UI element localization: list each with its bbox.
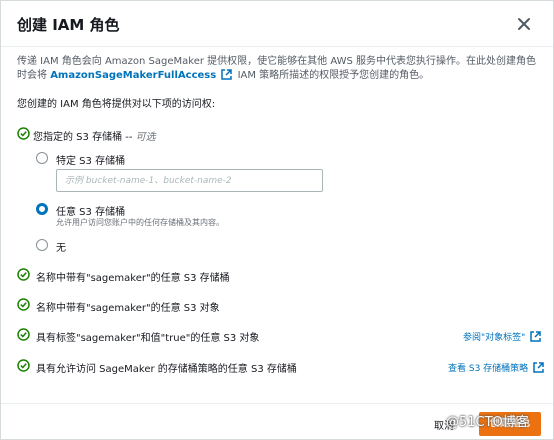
radio-label-specific-bucket: 特定 S3 存储桶 bbox=[56, 156, 126, 167]
policy-link[interactable]: AmazonSageMakerFullAccess bbox=[50, 70, 216, 81]
radio-specific-bucket[interactable] bbox=[36, 152, 48, 164]
dialog-description: 传递 IAM 角色会向 Amazon SageMaker 提供权限，使它能够在其… bbox=[17, 55, 537, 83]
check-circle-icon bbox=[17, 328, 30, 341]
radio-label-any-bucket: 任意 S3 存储桶 bbox=[56, 207, 126, 218]
dialog-header: 创建 IAM 角色 bbox=[1, 1, 553, 47]
bucket-names-input[interactable] bbox=[56, 169, 323, 192]
description-text: 传递 IAM 角色会向 Amazon SageMaker 提供权限，使它能够在其… bbox=[17, 55, 537, 83]
permission-tagged-object: 具有标签"sagemaker"和值"true"的任意 S3 对象 bbox=[36, 333, 260, 344]
s3-section-title: 您指定的 S3 存储桶 bbox=[33, 132, 123, 143]
description-part2: IAM 策略所描述的权限授予您创建的角色。 bbox=[237, 70, 430, 81]
access-heading: 您创建的 IAM 角色将提供对以下项的访问权: bbox=[17, 99, 216, 110]
external-link-icon bbox=[533, 362, 544, 373]
bucket-policy-link-text: 查看 S3 存储桶策略 bbox=[448, 364, 529, 374]
radio-none[interactable] bbox=[36, 239, 48, 251]
optional-label: 可选 bbox=[135, 132, 156, 143]
external-link-icon[interactable] bbox=[221, 69, 233, 80]
bucket-policy-link[interactable]: 查看 S3 存储桶策略 bbox=[448, 361, 546, 374]
s3-section-separator: -- bbox=[125, 132, 133, 143]
watermark: @51CTO博客 bbox=[446, 415, 529, 430]
create-iam-role-dialog: 创建 IAM 角色 传递 IAM 角色会向 Amazon SageMaker 提… bbox=[0, 0, 554, 440]
close-icon bbox=[518, 18, 530, 30]
s3-section-label: 您指定的 S3 存储桶 -- 可选 bbox=[33, 128, 156, 143]
check-circle-icon bbox=[17, 127, 30, 140]
object-tags-link[interactable]: 参阅"对象标签" bbox=[463, 330, 543, 343]
dialog-title: 创建 IAM 角色 bbox=[17, 16, 120, 34]
object-tags-link-text: 参阅"对象标签" bbox=[463, 333, 526, 343]
radio-label-none: 无 bbox=[56, 243, 66, 254]
check-circle-icon bbox=[17, 359, 30, 372]
check-circle-icon bbox=[17, 268, 30, 281]
permission-bucket-policy: 具有允许访问 SageMaker 的存储桶策略的任意 S3 存储桶 bbox=[36, 364, 297, 375]
check-circle-icon bbox=[17, 298, 30, 311]
external-link-icon bbox=[530, 331, 541, 342]
radio-any-bucket[interactable] bbox=[36, 203, 48, 215]
permission-sagemaker-bucket: 名称中带有"sagemaker"的任意 S3 存储桶 bbox=[36, 273, 230, 284]
permission-sagemaker-object: 名称中带有"sagemaker"的任意 S3 对象 bbox=[36, 303, 220, 314]
close-button[interactable] bbox=[513, 13, 535, 35]
radio-description-any-bucket: 允许用户访问您账户中的任何存储桶及其内容。 bbox=[56, 218, 224, 227]
